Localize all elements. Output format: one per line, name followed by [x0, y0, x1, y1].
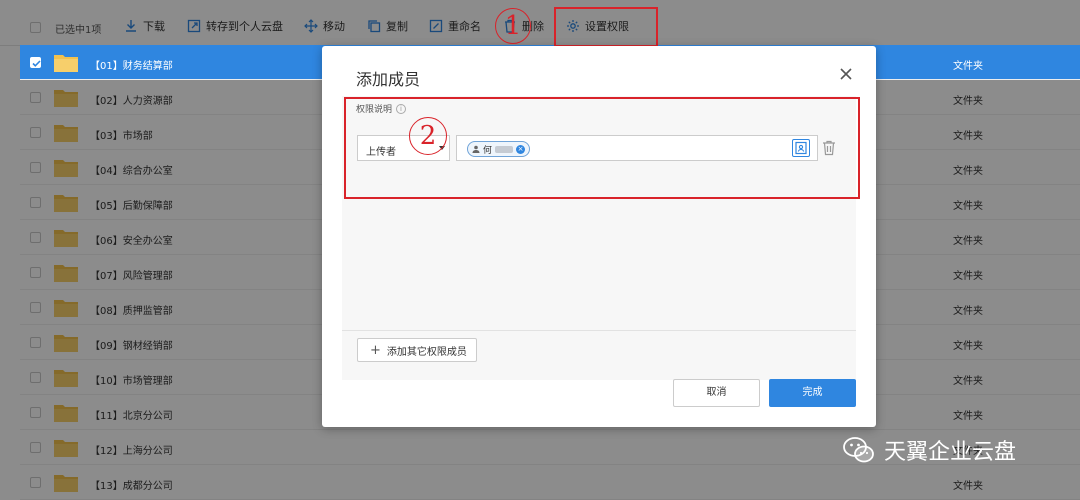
- watermark: 天翼企业云盘: [842, 434, 1016, 466]
- file-type: 文件夹: [953, 61, 983, 72]
- file-name[interactable]: 【01】财务结算部: [90, 57, 173, 72]
- annotation-number-1: 1: [495, 8, 531, 44]
- watermark-text: 天翼企业云盘: [884, 440, 1017, 465]
- panel-divider: [342, 330, 856, 331]
- annotation-box-1: [554, 7, 658, 47]
- annotation-number-2: 2: [409, 117, 447, 155]
- wechat-icon: [843, 437, 874, 463]
- row-checkbox[interactable]: [30, 57, 41, 68]
- check-icon: [32, 60, 41, 67]
- add-other-member-button[interactable]: + 添加其它权限成员: [357, 338, 477, 362]
- cancel-button[interactable]: 取消: [673, 379, 760, 407]
- close-icon[interactable]: [838, 66, 854, 82]
- dialog-title: 添加成员: [356, 70, 421, 89]
- add-other-member-label: 添加其它权限成员: [386, 346, 467, 358]
- done-button[interactable]: 完成: [769, 379, 856, 407]
- plus-icon: +: [370, 342, 381, 358]
- folder-icon: [54, 55, 78, 72]
